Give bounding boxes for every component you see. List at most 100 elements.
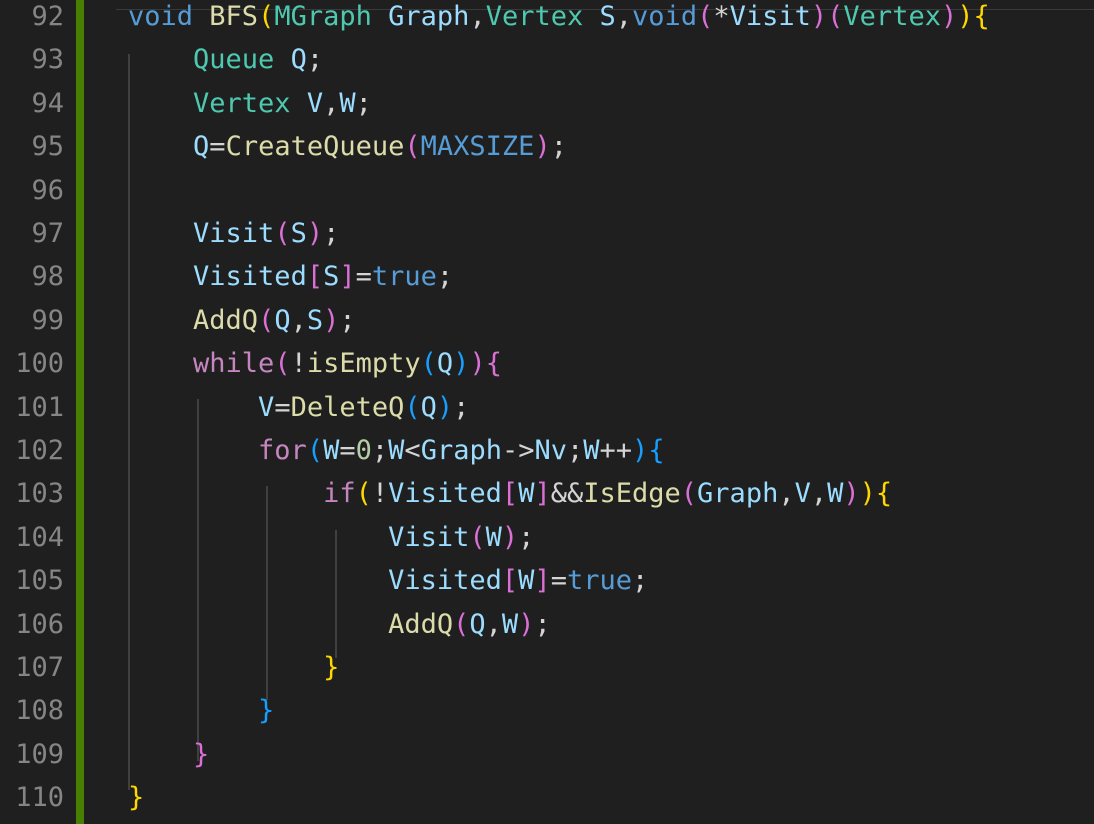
code-line[interactable]: while(!isEmpty(Q)){ (128, 349, 502, 379)
code-token: ) (843, 478, 860, 510)
code-line[interactable]: } (128, 783, 144, 813)
code-token: -> (501, 435, 535, 466)
code-line[interactable]: Queue Q; (128, 45, 323, 75)
line-number: 97 (31, 218, 64, 249)
line-number: 103 (15, 478, 64, 510)
code-token: Visit (729, 1, 811, 32)
code-token: ; (631, 565, 649, 597)
code-token: ( (306, 435, 324, 466)
code-token: Visit (193, 218, 275, 249)
code-token: Nv (534, 435, 567, 466)
code-line[interactable]: if(!Visited[W]&&IsEdge(Graph,V,W)){ (128, 479, 892, 509)
code-token: void (128, 1, 194, 32)
line-number: 99 (31, 304, 64, 336)
code-token: = (355, 261, 372, 293)
code-token: W (388, 435, 405, 466)
code-token: Visited (388, 478, 502, 510)
code-line[interactable]: } (128, 653, 339, 683)
code-token: ; (453, 391, 470, 423)
code-token: = (209, 131, 226, 163)
line-number: 102 (15, 435, 64, 466)
code-token: ; (534, 608, 551, 640)
code-line[interactable]: AddQ(Q,W); (128, 608, 551, 640)
code-line[interactable]: Visited[W]=true; (128, 566, 648, 596)
code-area[interactable]: void BFS(MGraph Graph,Vertex S,void(*Vis… (128, 0, 1094, 824)
code-line[interactable]: Q=CreateQueue(MAXSIZE); (128, 132, 567, 162)
code-token: = (274, 391, 291, 423)
code-line[interactable]: AddQ(Q,S); (128, 304, 356, 336)
code-token: { (485, 348, 502, 380)
line-number: 96 (31, 174, 64, 206)
line-number: 109 (15, 738, 64, 770)
code-token: ( (453, 608, 470, 640)
code-token: V (258, 391, 275, 423)
code-token: ( (680, 478, 698, 510)
code-token: ( (469, 521, 486, 553)
code-token: ( (697, 1, 714, 32)
code-token: ++ (599, 435, 633, 466)
code-token: 0 (355, 435, 372, 466)
code-token: AddQ (193, 304, 259, 336)
code-token: } (323, 652, 340, 683)
code-token: Graph (420, 435, 502, 466)
line-number: 92 (31, 1, 64, 32)
code-token: ) (501, 521, 519, 553)
code-token: ( (404, 391, 421, 423)
code-token: ; (323, 218, 340, 249)
code-token: = (550, 565, 567, 597)
code-line[interactable]: void BFS(MGraph Graph,Vertex S,void(*Vis… (128, 2, 990, 32)
code-token: MGraph (274, 1, 372, 32)
code-token: MAXSIZE (420, 131, 535, 163)
code-line[interactable]: Visit(S); (128, 219, 339, 249)
code-token: } (193, 738, 210, 770)
code-line[interactable]: for(W=0;W<Graph->Nv;W++){ (128, 436, 665, 466)
code-line[interactable]: V=DeleteQ(Q); (128, 391, 470, 423)
code-token: ; (339, 304, 356, 336)
code-token: ! (371, 478, 389, 510)
code-editor[interactable]: 92 93 94 95 96 97 98 99 100 101 102 103 104 105 106 107… (0, 0, 1094, 824)
code-token: ( (827, 1, 844, 32)
code-token: Visit (388, 521, 470, 553)
code-token: ) (518, 608, 535, 640)
code-token: CreateQueue (225, 131, 405, 163)
code-line[interactable]: Visit(W); (128, 521, 534, 553)
code-token: BFS (209, 1, 259, 32)
code-token: Q (193, 131, 210, 163)
code-token: , (290, 304, 307, 336)
code-token: ; (567, 435, 584, 466)
code-token: , (778, 478, 795, 510)
code-token: if (323, 478, 356, 510)
code-token: * (713, 1, 730, 32)
code-token: { (648, 435, 665, 466)
line-number: 108 (15, 695, 64, 727)
code-line[interactable]: Visited[S]=true; (128, 262, 453, 292)
code-token: , (615, 1, 633, 32)
code-token: ( (420, 348, 437, 380)
code-token: W (827, 478, 844, 510)
code-line[interactable]: } (128, 696, 274, 726)
line-number-gutter: 92 93 94 95 96 97 98 99 100 101 102 103 104 105 106 107… (0, 0, 76, 824)
code-line[interactable]: Vertex V,W; (128, 87, 372, 119)
code-token: , (469, 1, 486, 32)
code-token: Vertex (193, 87, 291, 119)
code-token: void (632, 1, 698, 32)
code-token: W (518, 565, 535, 597)
code-token: { (973, 1, 990, 32)
code-token: ) (859, 478, 876, 510)
code-token: ) (306, 218, 324, 249)
code-token: Queue (193, 44, 275, 76)
code-line[interactable]: } (128, 738, 210, 770)
